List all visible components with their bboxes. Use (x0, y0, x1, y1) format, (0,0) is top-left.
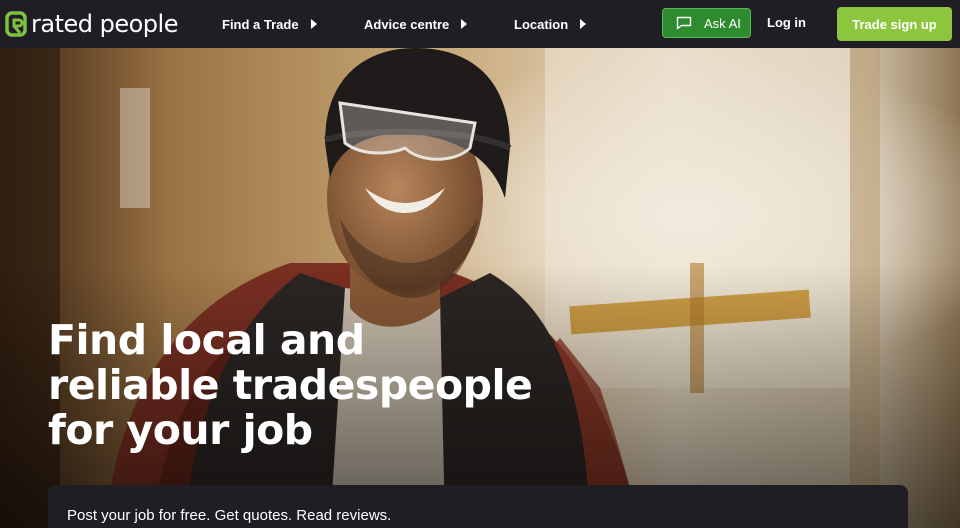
chevron-right-icon (310, 19, 317, 29)
chevron-right-icon (461, 19, 468, 29)
hero-section: Find local and reliable tradespeople for… (0, 48, 960, 528)
ask-ai-label: Ask AI (704, 15, 741, 31)
hero-headline-line-1: Find local and (48, 316, 365, 364)
nav-find-a-trade[interactable]: Find a Trade (222, 14, 317, 34)
post-job-tagline: Post your job for free. Get quotes. Read… (67, 507, 392, 524)
top-navigation: rated people Find a Trade Advice centre … (0, 0, 960, 48)
nav-location-label: Location (514, 16, 569, 32)
logo-wordmark: rated people (31, 10, 178, 38)
hero-headline-line-3: for your job (48, 406, 313, 454)
hero-photo-tradesperson (0, 48, 960, 528)
post-job-card: Post your job for free. Get quotes. Read… (48, 485, 908, 528)
chat-bubble-icon (676, 16, 692, 30)
log-in-link[interactable]: Log in (767, 15, 806, 30)
nav-location[interactable]: Location (514, 14, 587, 34)
hero-headline-line-2: reliable tradespeople (48, 361, 533, 409)
rated-people-logo-icon (5, 11, 27, 37)
ask-ai-button[interactable]: Ask AI (662, 8, 751, 38)
chevron-right-icon (580, 19, 587, 29)
nav-find-a-trade-label: Find a Trade (222, 16, 299, 32)
rated-people-logo[interactable]: rated people (5, 9, 178, 39)
nav-advice-centre[interactable]: Advice centre (364, 14, 468, 34)
hero-headline: Find local and reliable tradespeople for… (48, 318, 648, 453)
trade-sign-up-button[interactable]: Trade sign up (837, 7, 952, 41)
nav-advice-centre-label: Advice centre (364, 16, 450, 32)
